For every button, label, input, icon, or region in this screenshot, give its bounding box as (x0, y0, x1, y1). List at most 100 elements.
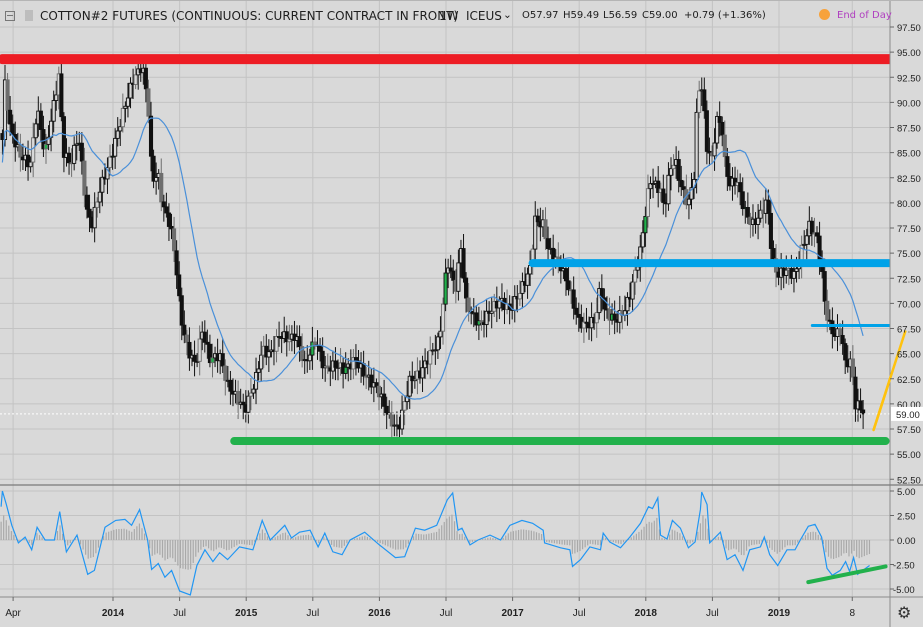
candle[interactable] (202, 320, 207, 353)
candle[interactable] (120, 93, 125, 133)
candle-body (517, 292, 522, 300)
candle-body (179, 295, 184, 326)
candle[interactable] (26, 140, 31, 181)
indicator-tick-label: 2.50 (897, 512, 916, 523)
candle[interactable] (236, 380, 241, 420)
main-pane[interactable] (0, 55, 890, 444)
candle[interactable] (361, 350, 366, 386)
candle[interactable] (732, 166, 738, 195)
candle-body (120, 107, 125, 128)
symbol-title[interactable]: COTTON#2 FUTURES (CONTINUOUS: CURRENT CO… (40, 8, 458, 24)
candle[interactable] (563, 262, 569, 296)
candle[interactable] (18, 133, 23, 172)
candle[interactable] (264, 334, 269, 366)
candle-body (676, 159, 681, 181)
candle[interactable] (428, 336, 433, 379)
candle[interactable] (809, 217, 814, 246)
end-of-day-label[interactable]: End of Day (837, 8, 892, 24)
candle[interactable] (187, 327, 192, 371)
candle-body (115, 130, 120, 139)
price-tick-label: 77.50 (897, 224, 921, 235)
candle[interactable] (551, 234, 556, 276)
candle-body (630, 281, 635, 300)
candle-body (172, 228, 177, 252)
candle[interactable] (756, 204, 761, 240)
candle-body (535, 215, 540, 223)
last-price-label: 59.00 (896, 410, 920, 421)
candle-body (18, 144, 23, 158)
candle[interactable] (92, 192, 97, 243)
candle[interactable] (443, 258, 448, 312)
candle-body (113, 137, 118, 157)
gear-icon[interactable]: ⚙ (897, 605, 911, 621)
candle[interactable] (310, 326, 315, 370)
candle[interactable] (59, 58, 64, 122)
candle[interactable] (376, 371, 382, 411)
candle[interactable] (389, 401, 394, 441)
candle[interactable] (266, 339, 271, 373)
candle[interactable] (61, 112, 66, 173)
change-value: +0.79 (+1.36%) (684, 10, 766, 21)
candle-body (246, 395, 251, 413)
candle[interactable] (512, 285, 517, 323)
candle[interactable] (369, 368, 374, 395)
candle[interactable] (228, 370, 233, 405)
candle[interactable] (72, 136, 77, 171)
candle[interactable] (353, 344, 358, 376)
candle-body (210, 357, 215, 364)
candle[interactable] (394, 411, 399, 437)
candle[interactable] (612, 300, 617, 335)
chevron-down-icon[interactable]: ⌄ (503, 7, 512, 23)
candle-body (464, 277, 469, 299)
candle-body (861, 409, 866, 415)
candle[interactable] (799, 235, 804, 279)
candle[interactable] (66, 146, 72, 175)
candle[interactable] (440, 297, 446, 345)
candle[interactable] (484, 298, 489, 338)
price-axis-panel[interactable] (890, 0, 923, 627)
price-tick-label: 70.00 (897, 299, 921, 310)
price-tick-label: 87.50 (897, 124, 921, 135)
candle-body (374, 382, 379, 387)
price-chart[interactable]: 97.5095.0092.5090.0087.5085.0082.5080.00… (0, 0, 923, 627)
candle[interactable] (697, 80, 702, 119)
candle[interactable] (843, 338, 848, 374)
candle[interactable] (320, 337, 325, 379)
collapse-box-icon[interactable] (5, 11, 15, 21)
candle[interactable] (274, 329, 279, 363)
candle-body (251, 388, 256, 394)
candle-body (248, 392, 253, 397)
drawings[interactable] (0, 54, 918, 585)
price-tick-label: 55.00 (897, 450, 921, 461)
price-tick-label: 72.50 (897, 274, 921, 285)
candle[interactable] (661, 174, 666, 215)
axes: 97.5095.0092.5090.0087.5085.0082.5080.00… (0, 0, 923, 627)
candle-body (497, 300, 502, 309)
candle[interactable] (474, 305, 479, 331)
candle-body (525, 273, 530, 286)
candle-body (174, 250, 179, 276)
candle[interactable] (192, 340, 197, 377)
indicator-pane[interactable] (0, 490, 871, 596)
candle-body (633, 269, 638, 283)
candle-body (228, 379, 233, 392)
exchange-label[interactable]: ICEUS (466, 8, 502, 24)
candle[interactable] (461, 233, 466, 283)
interval-label[interactable]: 1W (439, 8, 459, 24)
candle-body (133, 74, 138, 85)
candle[interactable] (830, 307, 835, 349)
candle-body (61, 116, 66, 158)
candle-body (148, 115, 154, 157)
candle-body (671, 164, 676, 170)
candle[interactable] (476, 306, 481, 341)
candle-body (814, 232, 820, 237)
green-indicator-trend-line[interactable] (806, 564, 888, 585)
candle-body (745, 207, 750, 218)
candle[interactable] (479, 310, 484, 331)
candle[interactable] (656, 166, 661, 208)
candle-body (92, 206, 97, 229)
time-tick-label: 2018 (635, 608, 658, 619)
candle-body (563, 268, 569, 282)
flag-icon[interactable] (25, 10, 33, 21)
candle-body (159, 172, 164, 203)
